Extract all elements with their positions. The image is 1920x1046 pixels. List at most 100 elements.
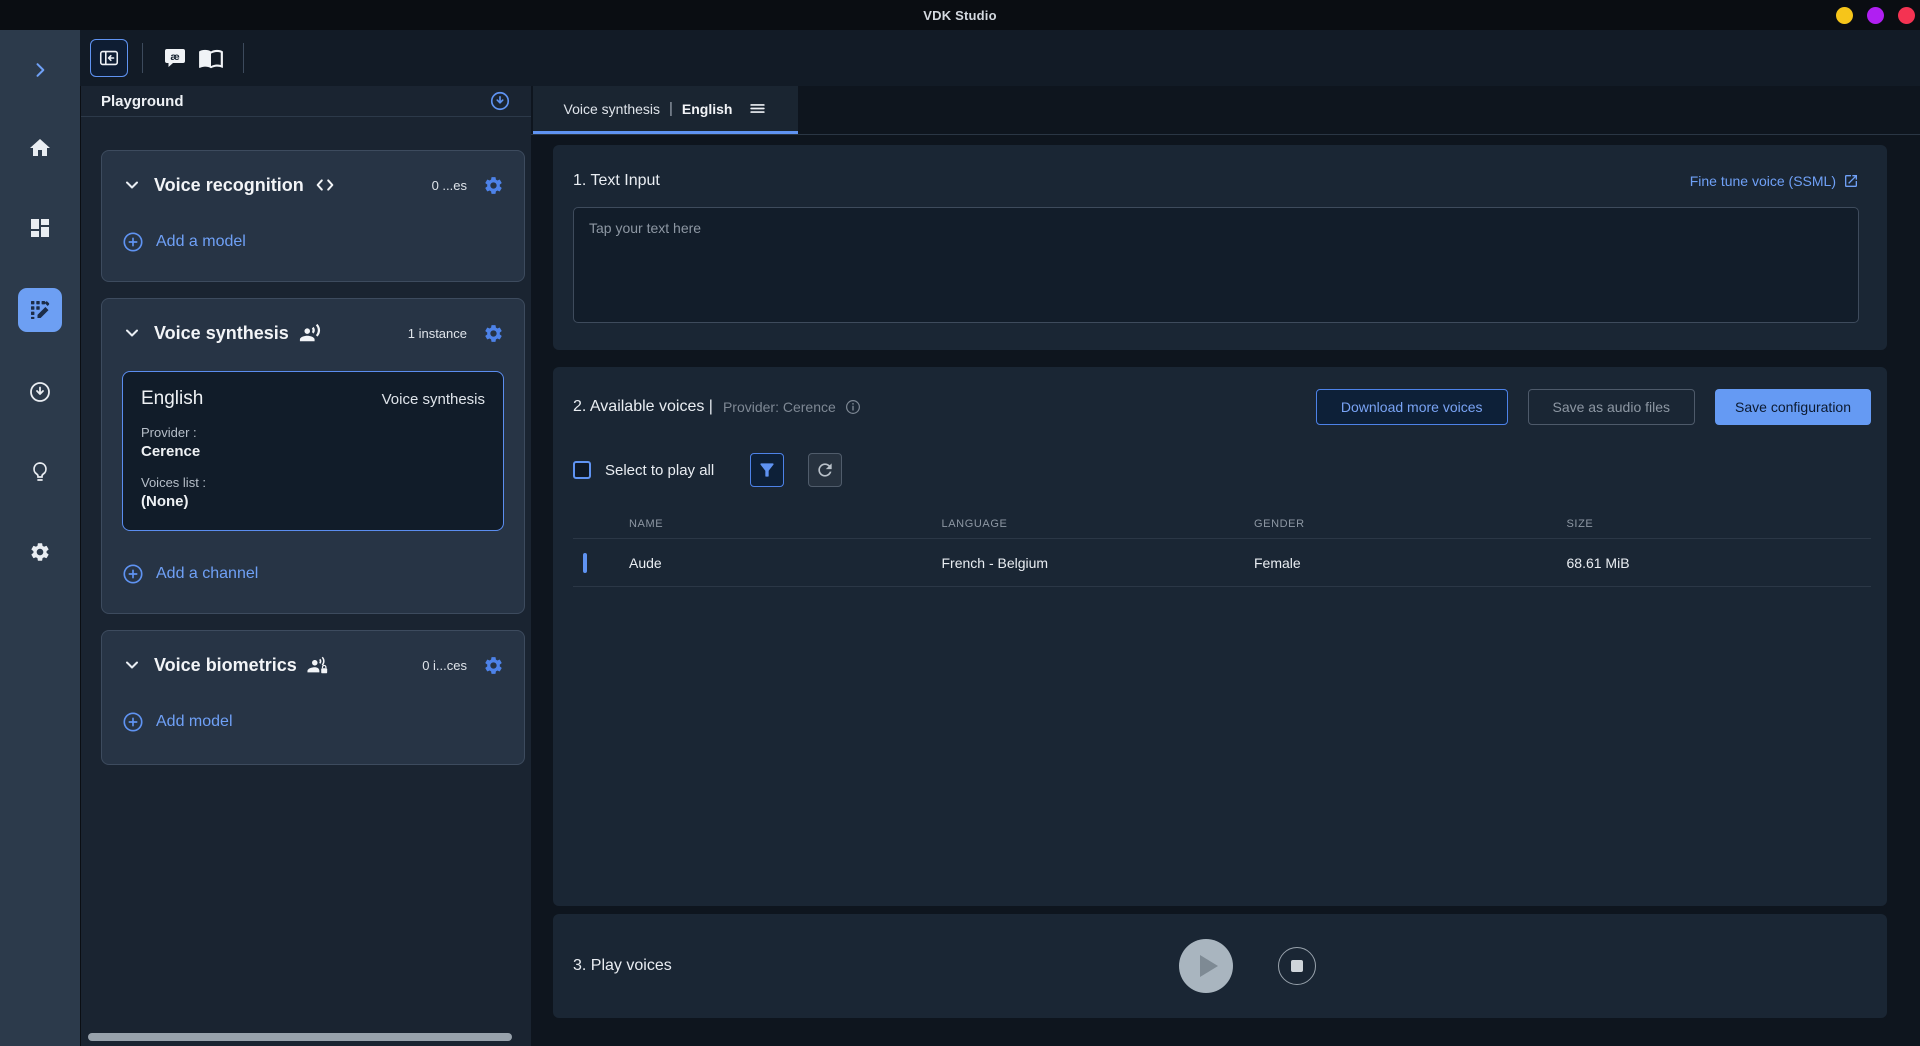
voice-over-icon bbox=[299, 322, 321, 344]
playground-header: Playground bbox=[81, 86, 531, 117]
card-voice-synthesis-header: Voice synthesis 1 instance bbox=[122, 319, 504, 347]
section-play-voices: 3. Play voices bbox=[553, 914, 1887, 1018]
tab-separator: | bbox=[669, 100, 673, 117]
chevron-right-icon bbox=[30, 60, 50, 80]
toolbar-divider bbox=[142, 43, 143, 73]
playback-controls bbox=[1179, 939, 1316, 993]
info-icon[interactable] bbox=[844, 398, 862, 416]
add-channel-label: Add a channel bbox=[156, 565, 258, 583]
playground-icon bbox=[28, 298, 52, 322]
window-dot-purple[interactable] bbox=[1867, 7, 1884, 24]
plus-circle-icon bbox=[122, 231, 144, 253]
voices-list-label: Voices list : bbox=[141, 475, 485, 490]
voices-list-value: (None) bbox=[141, 493, 485, 510]
col-size: SIZE bbox=[1559, 518, 1872, 530]
collapse-chevron-icon[interactable] bbox=[122, 323, 142, 343]
ae-speech-bubble-icon bbox=[163, 46, 187, 70]
provider-label: Provider : bbox=[141, 425, 485, 440]
select-all-label: Select to play all bbox=[605, 462, 714, 479]
channel-type: Voice synthesis bbox=[382, 391, 485, 408]
col-name: NAME bbox=[621, 518, 934, 530]
collapse-chevron-icon[interactable] bbox=[122, 655, 142, 675]
add-model-button[interactable]: Add model bbox=[122, 711, 504, 733]
sidebar-item-dashboard[interactable] bbox=[20, 208, 60, 248]
toolbar-divider bbox=[243, 43, 244, 73]
table-header-row: NAME LANGUAGE GENDER SIZE bbox=[573, 509, 1871, 539]
available-voices-title: 2. Available voices | bbox=[573, 398, 713, 416]
window-dot-yellow[interactable] bbox=[1836, 7, 1853, 24]
playground-cards: Voice recognition 0 ...es Add a model bbox=[81, 117, 531, 765]
tab-menu-button[interactable] bbox=[748, 99, 767, 118]
app-window: VDK Studio bbox=[0, 0, 1920, 1046]
titlebar: VDK Studio bbox=[0, 0, 1920, 30]
window-dot-red[interactable] bbox=[1898, 7, 1915, 24]
instance-count: 1 instance bbox=[408, 326, 467, 341]
sidebar-item-downloads[interactable] bbox=[20, 372, 60, 412]
refresh-icon bbox=[815, 460, 835, 480]
stop-button[interactable] bbox=[1278, 947, 1316, 985]
card-voice-recognition: Voice recognition 0 ...es Add a model bbox=[101, 150, 525, 282]
plus-circle-icon bbox=[122, 563, 144, 585]
card-voice-recognition-header: Voice recognition 0 ...es bbox=[122, 171, 504, 199]
pronunciation-button[interactable] bbox=[157, 40, 193, 76]
fine-tune-ssml-label: Fine tune voice (SSML) bbox=[1690, 173, 1836, 189]
table-row[interactable]: Aude French - Belgium Female 68.61 MiB bbox=[573, 539, 1871, 587]
tab-voice-synthesis-english[interactable]: Voice synthesis | English bbox=[533, 86, 798, 134]
voice-language: French - Belgium bbox=[934, 555, 1247, 571]
card-settings-button[interactable] bbox=[483, 175, 504, 196]
gear-icon bbox=[29, 541, 51, 563]
download-more-voices-button[interactable]: Download more voices bbox=[1316, 389, 1508, 425]
card-settings-button[interactable] bbox=[483, 323, 504, 344]
documentation-button[interactable] bbox=[193, 40, 229, 76]
sidebar-item-tips[interactable] bbox=[20, 452, 60, 492]
filter-button[interactable] bbox=[750, 453, 784, 487]
section-available-voices: 2. Available voices | Provider: Cerence … bbox=[553, 367, 1887, 906]
section-text-input: 1. Text Input Fine tune voice (SSML) bbox=[553, 145, 1887, 350]
voice-gender: Female bbox=[1246, 555, 1559, 571]
sidebar-item-playground[interactable] bbox=[18, 288, 62, 332]
filter-icon bbox=[757, 460, 777, 480]
voice-name: Aude bbox=[621, 555, 934, 571]
select-all-checkbox[interactable] bbox=[573, 461, 591, 479]
top-toolbar bbox=[80, 30, 1920, 86]
add-model-label: Add a model bbox=[156, 233, 246, 251]
instance-count: 0 i...ces bbox=[422, 658, 467, 673]
provider-value: Cerence bbox=[141, 443, 485, 460]
download-circle-icon bbox=[489, 90, 511, 112]
channel-name: English bbox=[141, 388, 203, 410]
tab-name: English bbox=[682, 101, 733, 117]
card-settings-button[interactable] bbox=[483, 655, 504, 676]
play-voices-title: 3. Play voices bbox=[573, 957, 672, 975]
plus-circle-icon bbox=[122, 711, 144, 733]
save-as-audio-files-button[interactable]: Save as audio files bbox=[1528, 389, 1696, 425]
refresh-button[interactable] bbox=[808, 453, 842, 487]
text-input-field[interactable] bbox=[573, 207, 1859, 323]
card-voice-synthesis: Voice synthesis 1 instance English Voice… bbox=[101, 298, 525, 614]
add-model-button[interactable]: Add a model bbox=[122, 231, 504, 253]
card-title: Voice synthesis bbox=[154, 323, 289, 344]
voice-lock-icon bbox=[307, 654, 329, 676]
sidebar-expand-button[interactable] bbox=[20, 50, 60, 90]
playground-download-button[interactable] bbox=[489, 90, 511, 112]
sidebar-item-home[interactable] bbox=[20, 128, 60, 168]
channel-header: English Voice synthesis bbox=[141, 388, 485, 410]
save-configuration-button[interactable]: Save configuration bbox=[1715, 389, 1871, 425]
channel-card-english[interactable]: English Voice synthesis Provider : Ceren… bbox=[122, 371, 504, 531]
horizontal-scrollbar[interactable] bbox=[88, 1033, 512, 1041]
card-title: Voice recognition bbox=[154, 175, 304, 196]
card-voice-biometrics: Voice biometrics 0 i...ces Add model bbox=[101, 630, 525, 765]
dashboard-icon bbox=[28, 216, 52, 240]
fine-tune-ssml-link[interactable]: Fine tune voice (SSML) bbox=[1690, 173, 1859, 189]
app-title: VDK Studio bbox=[923, 8, 997, 23]
play-button[interactable] bbox=[1179, 939, 1233, 993]
collapse-chevron-icon[interactable] bbox=[122, 175, 142, 195]
text-input-title: 1. Text Input bbox=[573, 172, 660, 190]
panel-toggle-button[interactable] bbox=[90, 39, 128, 77]
row-checkbox[interactable] bbox=[583, 553, 587, 573]
sidebar-item-settings[interactable] bbox=[20, 532, 60, 572]
voices-table: NAME LANGUAGE GENDER SIZE Aude French - … bbox=[573, 509, 1871, 587]
add-channel-button[interactable]: Add a channel bbox=[122, 563, 504, 585]
gear-icon bbox=[483, 175, 504, 196]
add-model-label: Add model bbox=[156, 713, 233, 731]
play-icon bbox=[1200, 955, 1218, 977]
